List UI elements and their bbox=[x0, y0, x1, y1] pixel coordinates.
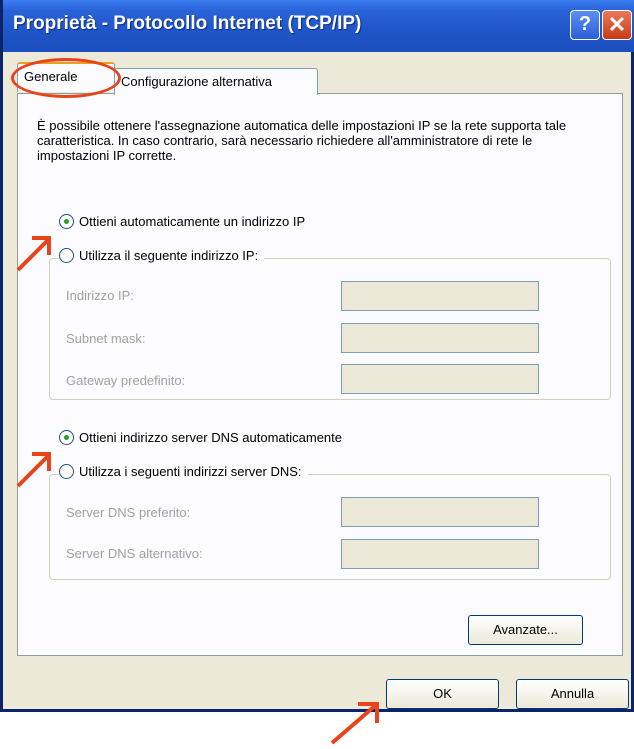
close-button[interactable]: ✕ bbox=[602, 10, 632, 40]
radio-ip-manual-label: Utilizza il seguente indirizzo IP: bbox=[79, 248, 259, 263]
preferred-dns-label: Server DNS preferito: bbox=[66, 505, 191, 520]
alternate-dns-label: Server DNS alternativo: bbox=[66, 546, 203, 561]
subnet-mask-input[interactable] bbox=[341, 323, 539, 353]
title-bar[interactable]: Proprietà - Protocollo Internet (TCP/IP)… bbox=[3, 0, 634, 52]
window-title: Proprietà - Protocollo Internet (TCP/IP) bbox=[13, 13, 362, 34]
tcpip-properties-dialog: Proprietà - Protocollo Internet (TCP/IP)… bbox=[0, 0, 634, 712]
cancel-button[interactable]: Annulla bbox=[516, 679, 629, 709]
annotation-arrow-ip bbox=[16, 236, 51, 272]
default-gateway-input[interactable] bbox=[341, 364, 539, 394]
radio-dns-manual[interactable] bbox=[59, 464, 74, 479]
radio-ip-auto-label: Ottieni automaticamente un indirizzo IP bbox=[79, 214, 306, 229]
radio-ip-manual[interactable] bbox=[59, 248, 74, 263]
subnet-mask-label: Subnet mask: bbox=[66, 331, 146, 346]
annotation-arrow-dns bbox=[16, 452, 51, 488]
radio-row-dns-auto[interactable]: Ottieni indirizzo server DNS automaticam… bbox=[59, 430, 342, 445]
radio-dns-manual-label: Utilizza i seguenti indirizzi server DNS… bbox=[79, 464, 302, 479]
ip-address-label: Indirizzo IP: bbox=[66, 288, 134, 303]
radio-row-dns-manual[interactable]: Utilizza i seguenti indirizzi server DNS… bbox=[59, 464, 308, 479]
ip-address-input[interactable] bbox=[341, 281, 539, 311]
radio-row-ip-manual[interactable]: Utilizza il seguente indirizzo IP: bbox=[59, 248, 265, 263]
default-gateway-label: Gateway predefinito: bbox=[66, 373, 186, 388]
alternate-dns-input[interactable] bbox=[341, 539, 539, 569]
tab-alternate-configuration[interactable]: Configurazione alternativa bbox=[114, 68, 318, 95]
ok-button[interactable]: OK bbox=[386, 679, 499, 709]
advanced-button[interactable]: Avanzate... bbox=[468, 615, 583, 645]
radio-row-ip-auto[interactable]: Ottieni automaticamente un indirizzo IP bbox=[59, 214, 305, 229]
annotation-circle bbox=[11, 58, 121, 98]
help-button[interactable]: ? bbox=[570, 10, 600, 40]
radio-dns-auto[interactable] bbox=[59, 430, 74, 445]
preferred-dns-input[interactable] bbox=[341, 497, 539, 527]
annotation-arrow-ok bbox=[330, 702, 379, 745]
radio-ip-auto[interactable] bbox=[59, 214, 74, 229]
description-text: È possibile ottenere l'assegnazione auto… bbox=[37, 118, 567, 163]
radio-dns-auto-label: Ottieni indirizzo server DNS automaticam… bbox=[79, 430, 342, 445]
